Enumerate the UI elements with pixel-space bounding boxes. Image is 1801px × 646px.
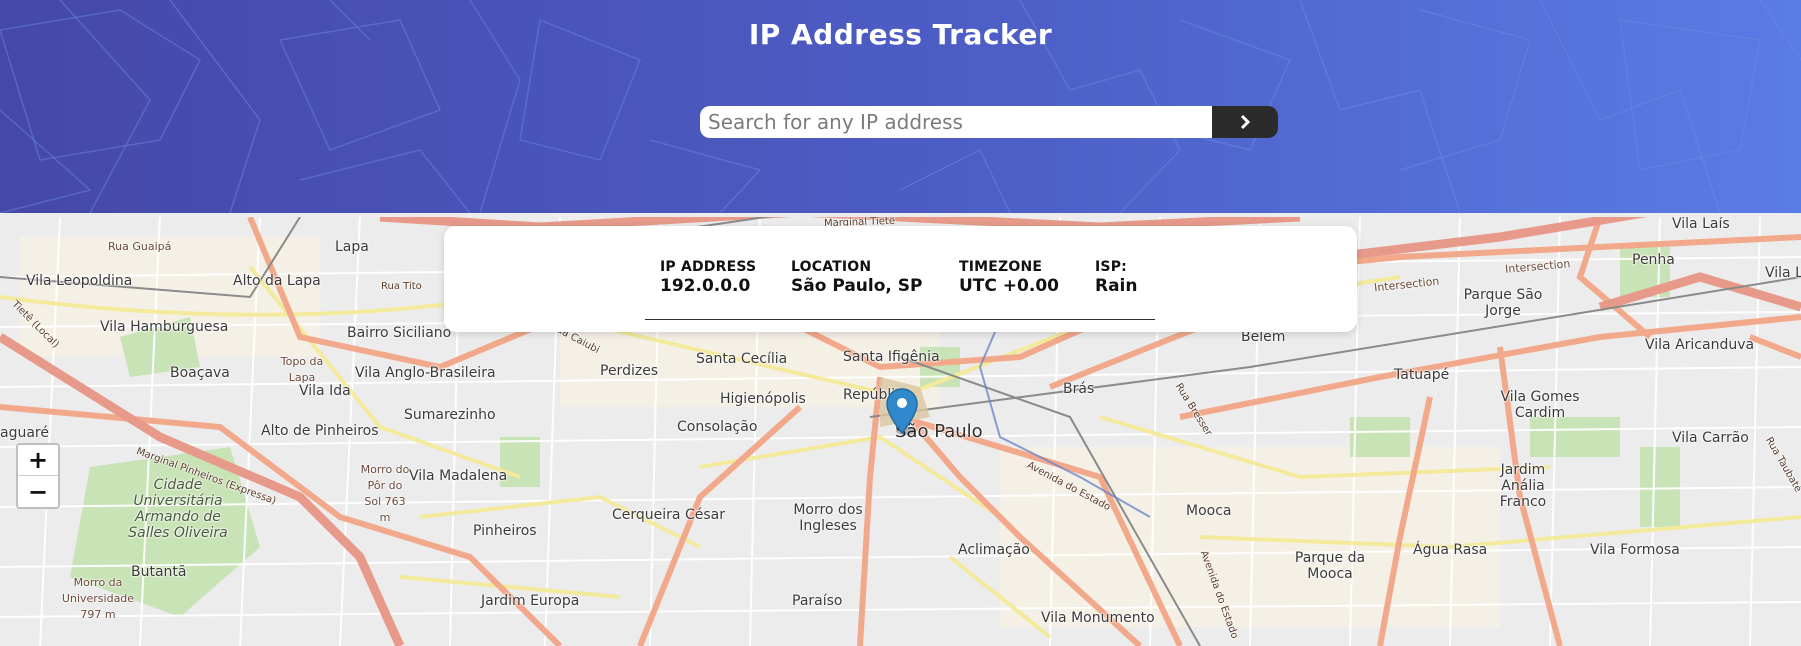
map-label: Vila Carrão	[1672, 430, 1749, 446]
map-label: Higienópolis	[720, 391, 806, 407]
zoom-in-button[interactable]: +	[18, 445, 58, 476]
chevron-right-icon	[1240, 114, 1251, 130]
map-label: Sumarezinho	[404, 407, 496, 423]
isp-section: ISP: Rain	[1095, 259, 1138, 296]
map-label: Alto de Pinheiros	[261, 423, 379, 439]
timezone-value: UTC +0.00	[959, 276, 1059, 296]
map-label: Lapa	[335, 239, 369, 255]
map-label: Cidade Universitária Armando de Salles O…	[128, 477, 228, 541]
map-label: Boaçava	[170, 365, 230, 381]
isp-label: ISP:	[1095, 259, 1127, 275]
map-label: Santa Cecília	[696, 351, 788, 367]
ip-info-card: IP ADDRESS 192.0.0.0 LOCATION São Paulo,…	[444, 226, 1357, 332]
ip-address-section: IP ADDRESS 192.0.0.0	[660, 259, 756, 296]
map-label: Tatuapé	[1394, 367, 1450, 383]
map-label: Morro dos Ingleses	[793, 502, 863, 534]
map-label: Água Rasa	[1413, 542, 1488, 558]
map-label: Vila Anglo-Brasileira	[355, 365, 496, 381]
map-label: Aclimação	[958, 542, 1030, 558]
map-label: Parque da Mooca	[1294, 550, 1366, 582]
map-label: Vila Ida	[299, 383, 351, 399]
map-label: Vila Aricanduva	[1645, 337, 1755, 353]
map-label: Parque São Jorge	[1463, 287, 1543, 319]
timezone-label: TIMEZONE	[959, 259, 1043, 275]
header: IP Address Tracker	[0, 0, 1801, 213]
location-section: LOCATION São Paulo, SP	[791, 259, 922, 296]
map-label: Paraíso	[792, 593, 843, 609]
map-label: Vila Laís	[1672, 217, 1730, 232]
map-label: Vila Monumento	[1041, 610, 1155, 626]
map-label: Vila L	[1765, 265, 1801, 281]
map-label: Vila Formosa	[1590, 542, 1680, 558]
map-label: Vila Leopoldina	[26, 273, 133, 289]
search-form	[700, 106, 1278, 138]
map-label: Morro do Pôr do Sol 763 m	[360, 463, 410, 524]
ip-address-label: IP ADDRESS	[660, 259, 757, 275]
map-label: Rua Guaipá	[108, 240, 172, 253]
map-label: Penha	[1632, 252, 1675, 268]
ip-address-value: 192.0.0.0	[660, 276, 751, 296]
map-label: Brás	[1063, 381, 1095, 397]
map-label: Rua Tito	[381, 281, 422, 292]
map-label: Jardim Europa	[481, 593, 580, 609]
map-label: Santa Ifigênia	[843, 349, 940, 365]
search-input[interactable]	[700, 106, 1212, 138]
info-divider	[645, 319, 1155, 320]
page-title: IP Address Tracker	[748, 18, 1053, 51]
isp-value: Rain	[1095, 276, 1138, 296]
map-label: Vila Gomes Cardim	[1500, 389, 1580, 421]
map-label: Mooca	[1186, 503, 1232, 519]
map-label: Alto da Lapa	[233, 273, 321, 289]
map-label: Vila Madalena	[409, 468, 508, 484]
map-label: Consolação	[677, 419, 758, 435]
map-label: Jardim Anália Franco	[1499, 462, 1547, 510]
map-label: Pinheiros	[473, 523, 537, 539]
location-value: São Paulo, SP	[791, 276, 923, 296]
map-label: Topo da Lapa	[280, 355, 324, 384]
zoom-out-button[interactable]: −	[18, 476, 58, 507]
map-label: Perdizes	[600, 363, 659, 379]
search-submit-button[interactable]	[1212, 106, 1278, 138]
map-label: Cerqueira César	[612, 507, 725, 523]
location-label: LOCATION	[791, 259, 872, 275]
map-pin-icon[interactable]	[884, 387, 920, 435]
map-label: Vila Hamburguesa	[100, 319, 229, 335]
map-label: Bairro Siciliano	[347, 325, 452, 341]
map-label: Morro da Universidade 797 m	[61, 576, 135, 621]
timezone-section: TIMEZONE UTC +0.00	[959, 259, 1059, 296]
map-label: aguaré	[0, 425, 49, 441]
zoom-control: + −	[16, 443, 60, 509]
